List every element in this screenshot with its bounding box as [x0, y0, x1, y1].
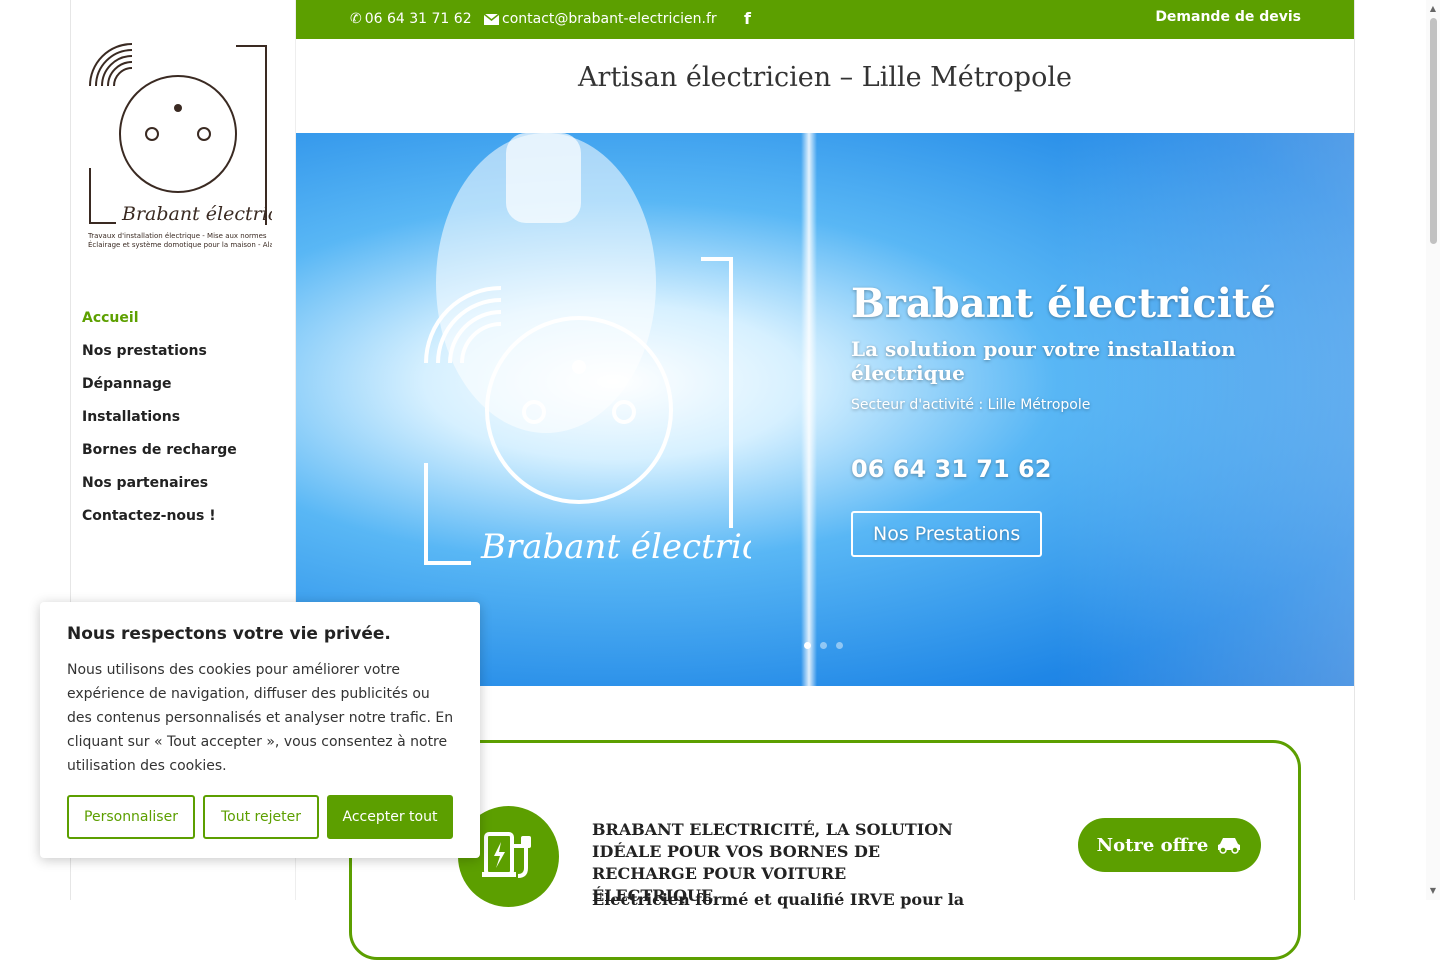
cookie-title: Nous respectons votre vie privée. [67, 624, 391, 644]
facebook-icon[interactable]: f [744, 10, 751, 28]
car-icon [1218, 838, 1241, 854]
quote-request-link[interactable]: Demande de devis [1155, 9, 1301, 25]
main-nav: Accueil Nos prestations Dépannage Instal… [82, 308, 237, 539]
page-title: Artisan électricien – Lille Métropole [578, 62, 1072, 93]
slider-dot-1[interactable] [804, 642, 811, 649]
nav-item-depannage[interactable]: Dépannage [82, 374, 237, 407]
hero-services-button[interactable]: Nos Prestations [851, 511, 1043, 557]
hero-title: Brabant électricité [851, 280, 1276, 327]
slider-dots [804, 642, 843, 649]
offer-button-label: Notre offre [1096, 834, 1209, 856]
page-frame-right [1354, 0, 1355, 900]
socket-logo-icon: Brabant électricité Travaux d'installati… [87, 43, 303, 249]
phone-icon: ✆ [350, 11, 362, 27]
nav-item-installations[interactable]: Installations [82, 407, 237, 440]
top-bar: ✆ 06 64 31 71 62 contact@brabant-electri… [296, 0, 1354, 39]
scrollbar-thumb[interactable] [1430, 18, 1437, 244]
nav-item-contact[interactable]: Contactez-nous ! [82, 506, 237, 539]
cookie-banner: Nous respectons votre vie privée. Nous u… [40, 602, 480, 858]
hero-content: Brabant électricité La solution pour vot… [851, 281, 1354, 557]
slider-dot-2[interactable] [820, 642, 827, 649]
logo-brand-text: Brabant électricité [121, 203, 272, 225]
topbar-phone[interactable]: ✆ 06 64 31 71 62 [350, 10, 472, 28]
hero-logo-icon: Brabant électricité [424, 133, 751, 567]
nav-item-partenaires[interactable]: Nos partenaires [82, 473, 237, 506]
cookie-customize-button[interactable]: Personnaliser [67, 795, 195, 839]
hero-logo-text: Brabant électricité [480, 527, 751, 567]
nav-item-bornes[interactable]: Bornes de recharge [82, 440, 237, 473]
topbar-phone-text: 06 64 31 71 62 [364, 11, 472, 27]
svg-text:Travaux d'installation électri: Travaux d'installation électrique - Mise… [87, 232, 267, 240]
topbar-email-text: contact@brabant-electricien.fr [502, 11, 717, 27]
svg-text:Éclairage et système domotique: Éclairage et système domotique pour la m… [88, 240, 272, 249]
hero-area: Secteur d'activité : Lille Métropole [851, 397, 1091, 413]
cookie-accept-button[interactable]: Accepter tout [327, 795, 453, 839]
nav-item-prestations[interactable]: Nos prestations [82, 341, 237, 374]
hero-phone[interactable]: 06 64 31 71 62 [851, 455, 1354, 483]
nav-item-accueil[interactable]: Accueil [82, 308, 237, 341]
topbar-email[interactable]: contact@brabant-electricien.fr [484, 10, 717, 28]
scroll-down-arrow-icon[interactable]: ▼ [1428, 886, 1438, 896]
offer-button[interactable]: Notre offre [1078, 818, 1261, 872]
site-logo[interactable]: Brabant électricité Travaux d'installati… [86, 40, 303, 254]
scroll-up-arrow-icon[interactable]: ▲ [1428, 4, 1438, 14]
cookie-body: Nous utilisons des cookies pour améliore… [67, 662, 454, 774]
cookie-reject-button[interactable]: Tout rejeter [203, 795, 319, 839]
hero-subtitle: La solution pour votre installation élec… [851, 337, 1236, 385]
mail-icon [484, 13, 499, 25]
slider-dot-3[interactable] [836, 642, 843, 649]
light-beam [801, 133, 817, 686]
